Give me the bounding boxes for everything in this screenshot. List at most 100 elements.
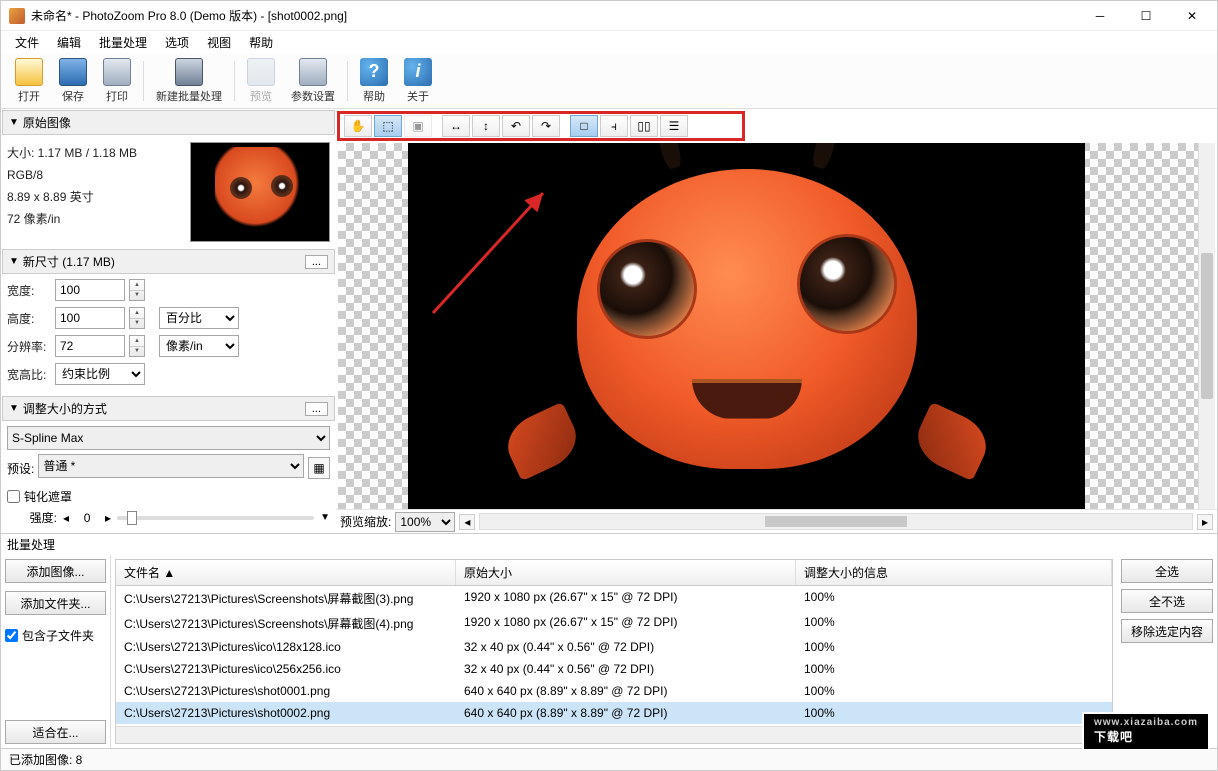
batch-title: 批量处理 — [1, 534, 1217, 555]
settings-button[interactable]: 参数设置 — [283, 55, 343, 107]
view-single-button[interactable]: □ — [570, 115, 598, 137]
orig-filesize: 大小: 1.17 MB / 1.18 MB — [7, 142, 190, 164]
canvas-toolbar: ✋ ⬚ ▣ ↔ ↕ ↶ ↷ □ ⫞ ▯▯ ☰ — [337, 111, 745, 141]
preset-label: 预设: — [7, 460, 34, 477]
maximize-button[interactable]: ☐ — [1123, 1, 1169, 31]
fit-in-button[interactable]: 适合在... — [5, 720, 106, 744]
remove-selected-button[interactable]: 移除选定内容 — [1121, 619, 1213, 643]
menu-edit[interactable]: 编辑 — [49, 32, 89, 53]
table-row[interactable]: C:\Users\27213\Pictures\shot0002.png640 … — [116, 702, 1112, 724]
select-tool-button[interactable]: ⬚ — [374, 115, 402, 137]
table-row[interactable]: C:\Users\27213\Pictures\ico\256x256.ico3… — [116, 658, 1112, 680]
flip-h-button[interactable]: ↔ — [442, 115, 470, 137]
menu-help[interactable]: 帮助 — [241, 32, 281, 53]
scroll-right-button[interactable]: ▸ — [1197, 514, 1213, 530]
zoom-label: 预览缩放: — [340, 513, 391, 530]
orig-dpi: 72 像素/in — [7, 208, 190, 230]
view-split-stack-button[interactable]: ☰ — [660, 115, 688, 137]
res-unit-select[interactable]: 像素/in — [159, 335, 239, 357]
strength-value: 0 — [75, 511, 99, 525]
view-split-v-button[interactable]: ▯▯ — [630, 115, 658, 137]
preview-pane: ✋ ⬚ ▣ ↔ ↕ ↶ ↷ □ ⫞ ▯▯ ☰ — [336, 109, 1217, 533]
section-newsize[interactable]: ▼新尺寸 (1.17 MB)... — [2, 249, 335, 274]
select-none-button[interactable]: 全不选 — [1121, 589, 1213, 613]
newsize-more-button[interactable]: ... — [305, 255, 328, 269]
batch-table: 文件名 ▲ 原始大小 调整大小的信息 C:\Users\27213\Pictur… — [115, 559, 1113, 744]
width-input[interactable] — [55, 279, 125, 301]
rotate-cw-button[interactable]: ↷ — [532, 115, 560, 137]
height-input[interactable] — [55, 307, 125, 329]
preset-select[interactable]: 普通 * — [38, 454, 304, 478]
unsharp-checkbox[interactable]: 钝化遮罩 — [7, 486, 330, 507]
orig-colormode: RGB/8 — [7, 164, 190, 186]
crop-button[interactable]: ▣ — [404, 115, 432, 137]
strength-label: 强度: — [7, 509, 57, 526]
unit-select[interactable]: 百分比 — [159, 307, 239, 329]
app-icon — [9, 8, 25, 24]
side-panel: ▼原始图像 大小: 1.17 MB / 1.18 MB RGB/8 8.89 x… — [1, 109, 336, 533]
help-button[interactable]: ?帮助 — [352, 55, 396, 107]
main-toolbar: 打开 保存 打印 新建批量处理 预览 参数设置 ?帮助 i关于 — [1, 53, 1217, 109]
menu-view[interactable]: 视图 — [199, 32, 239, 53]
preview-image — [487, 143, 1007, 509]
table-row[interactable]: C:\Users\27213\Pictures\ico\128x128.ico3… — [116, 636, 1112, 658]
save-button[interactable]: 保存 — [51, 55, 95, 107]
add-folder-button[interactable]: 添加文件夹... — [5, 591, 106, 615]
height-spinner[interactable]: ▲▼ — [129, 307, 145, 329]
menu-options[interactable]: 选项 — [157, 32, 197, 53]
print-button[interactable]: 打印 — [95, 55, 139, 107]
height-label: 高度: — [7, 310, 51, 327]
select-all-button[interactable]: 全选 — [1121, 559, 1213, 583]
titlebar: 未命名* - PhotoZoom Pro 8.0 (Demo 版本) - [sh… — [1, 1, 1217, 31]
hand-tool-button[interactable]: ✋ — [344, 115, 372, 137]
res-input[interactable] — [55, 335, 125, 357]
section-original[interactable]: ▼原始图像 — [2, 110, 335, 135]
watermark: www.xiazaiba.com 下载吧 — [1082, 712, 1210, 751]
table-row[interactable]: C:\Users\27213\Pictures\Screenshots\屏幕截图… — [116, 611, 1112, 636]
canvas-vscrollbar[interactable] — [1198, 143, 1215, 509]
add-image-button[interactable]: 添加图像... — [5, 559, 106, 583]
resize-more-button[interactable]: ... — [305, 402, 328, 416]
preset-save-button[interactable]: ▦ — [308, 457, 330, 479]
original-info: 大小: 1.17 MB / 1.18 MB RGB/8 8.89 x 8.89 … — [7, 142, 190, 242]
method-select[interactable]: S-Spline Max — [7, 426, 330, 450]
preview-button[interactable]: 预览 — [239, 55, 283, 107]
minimize-button[interactable]: ─ — [1077, 1, 1123, 31]
col-resize[interactable]: 调整大小的信息 — [796, 560, 1112, 585]
width-label: 宽度: — [7, 282, 51, 299]
table-row[interactable]: C:\Users\27213\Pictures\Screenshots\屏幕截图… — [116, 586, 1112, 611]
view-split-h-button[interactable]: ⫞ — [600, 115, 628, 137]
aspect-select[interactable]: 约束比例 — [55, 363, 145, 385]
scroll-left-button[interactable]: ◂ — [459, 514, 475, 530]
open-button[interactable]: 打开 — [7, 55, 51, 107]
preview-canvas[interactable] — [338, 143, 1215, 509]
orig-dim: 8.89 x 8.89 英寸 — [7, 186, 190, 208]
aspect-label: 宽高比: — [7, 366, 51, 383]
rotate-ccw-button[interactable]: ↶ — [502, 115, 530, 137]
menubar: 文件 编辑 批量处理 选项 视图 帮助 — [1, 31, 1217, 53]
about-button[interactable]: i关于 — [396, 55, 440, 107]
status-added: 已添加图像: 8 — [9, 751, 82, 768]
table-header[interactable]: 文件名 ▲ 原始大小 调整大小的信息 — [116, 560, 1112, 586]
statusbar: 已添加图像: 8 — [1, 748, 1217, 770]
col-size[interactable]: 原始大小 — [456, 560, 796, 585]
close-button[interactable]: ✕ — [1169, 1, 1215, 31]
batch-actions-left: 添加图像... 添加文件夹... 包含子文件夹 适合在... — [1, 555, 111, 748]
include-subfolders-checkbox[interactable]: 包含子文件夹 — [5, 627, 106, 644]
width-spinner[interactable]: ▲▼ — [129, 279, 145, 301]
res-spinner[interactable]: ▲▼ — [129, 335, 145, 357]
window-title: 未命名* - PhotoZoom Pro 8.0 (Demo 版本) - [sh… — [31, 7, 1077, 24]
menu-batch[interactable]: 批量处理 — [91, 32, 155, 53]
canvas-hscrollbar[interactable] — [479, 513, 1193, 530]
zoom-select[interactable]: 100% — [395, 512, 455, 532]
section-resize-method[interactable]: ▼调整大小的方式... — [2, 396, 335, 421]
flip-v-button[interactable]: ↕ — [472, 115, 500, 137]
strength-slider[interactable] — [117, 516, 314, 520]
new-batch-button[interactable]: 新建批量处理 — [148, 55, 230, 107]
col-file[interactable]: 文件名 ▲ — [116, 560, 456, 585]
menu-file[interactable]: 文件 — [7, 32, 47, 53]
table-row[interactable]: C:\Users\27213\Pictures\shot0001.png640 … — [116, 680, 1112, 702]
res-label: 分辨率: — [7, 338, 51, 355]
thumbnail[interactable] — [190, 142, 330, 242]
table-hscrollbar[interactable] — [116, 726, 1112, 743]
